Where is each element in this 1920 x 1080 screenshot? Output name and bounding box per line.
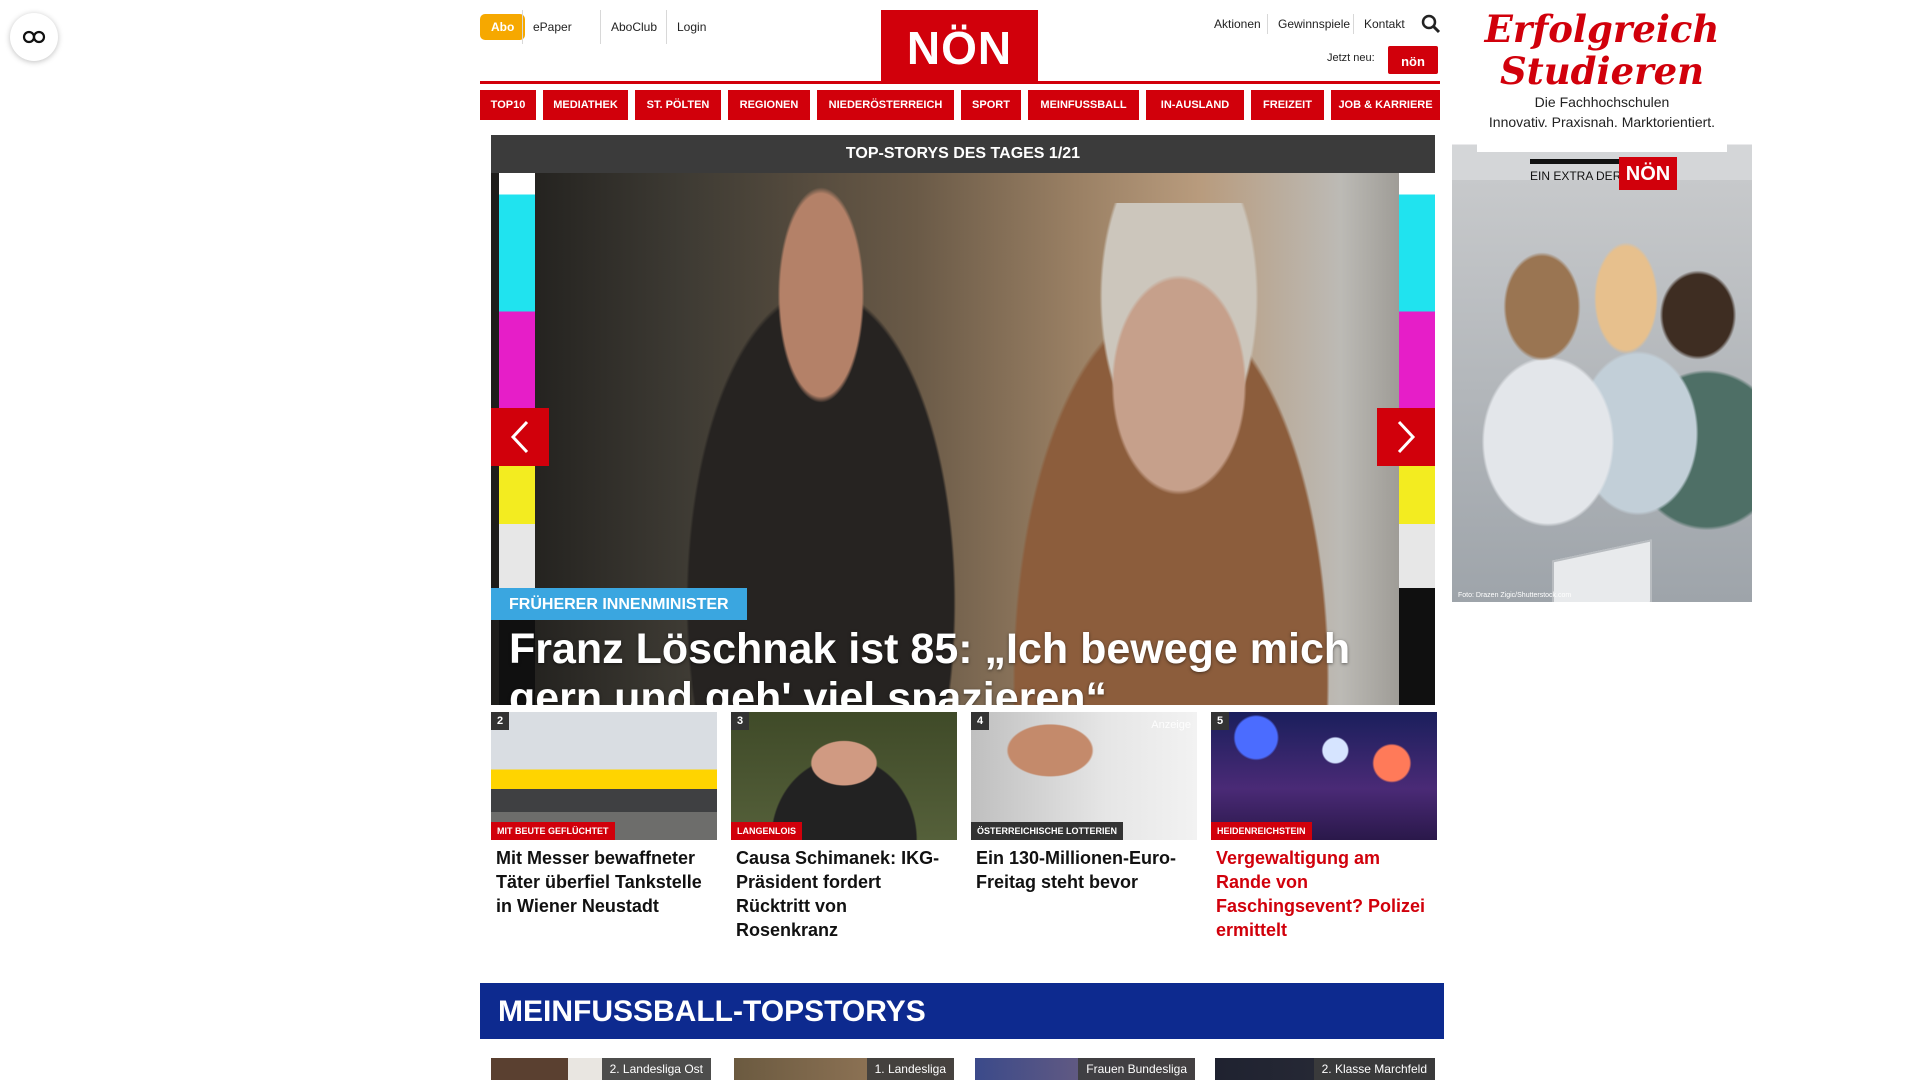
story-kicker: HEIDENREICHSTEIN <box>1211 822 1312 840</box>
meinfussball-thumbs: 2. Landesliga Ost 1. Landesliga Frauen B… <box>491 1058 1435 1080</box>
header-divider <box>480 81 1440 84</box>
hero-kicker: FRÜHERER INNENMINISTER <box>491 588 747 620</box>
nav-freizeit[interactable]: FREIZEIT <box>1251 90 1324 120</box>
jetzt-neu-label: Jetzt neu: <box>1327 52 1375 64</box>
meinfussball-thumb[interactable]: 1. Landesliga <box>734 1058 954 1080</box>
story-image: 2 MIT BEUTE GEFLÜCHTET <box>491 712 717 840</box>
carousel-header: TOP-STORYS DES TAGES 1/21 <box>491 135 1435 173</box>
story-card[interactable]: 5 HEIDENREICHSTEIN Vergewaltigung am Ran… <box>1211 712 1437 942</box>
chevron-left-icon <box>510 420 529 454</box>
league-label: Frauen Bundesliga <box>1078 1058 1195 1080</box>
ad-text-panel: Erfolgreich Studieren Die Fachhochschule… <box>1477 0 1727 152</box>
kleine-noen-logo[interactable]: nön <box>1388 46 1438 74</box>
meinfussball-section-title[interactable]: MEINFUSSBALL-TOPSTORYS <box>480 983 1444 1039</box>
search-icon <box>1421 14 1441 34</box>
noen-logo[interactable]: NÖN <box>881 10 1038 83</box>
top-stories-carousel: TOP-STORYS DES TAGES 1/21 FRÜHERER INNEN… <box>491 135 1435 705</box>
ad-sub-2: Innovativ. Praxisnah. Marktorientiert. <box>1488 114 1716 130</box>
aktionen-link[interactable]: Aktionen <box>1204 14 1271 34</box>
reader-toggle-button[interactable] <box>10 13 58 61</box>
nav-meinfussball[interactable]: MEINFUSSBALL <box>1028 90 1139 120</box>
nav-mediathek[interactable]: MEDIATHEK <box>543 90 628 120</box>
story-rank: 5 <box>1211 712 1229 730</box>
abo-button[interactable]: Abo <box>480 14 526 40</box>
story-kicker: LANGENLOIS <box>731 822 803 840</box>
nav-job-karriere[interactable]: JOB & KARRIERE <box>1331 90 1440 120</box>
meinfussball-thumb[interactable]: 2. Landesliga Ost <box>491 1058 711 1080</box>
nav-st-poelten[interactable]: ST. PÖLTEN <box>635 90 721 120</box>
hero-story[interactable]: FRÜHERER INNENMINISTER Franz Löschnak is… <box>491 173 1435 705</box>
nav-niederoesterreich[interactable]: NIEDERÖSTERREICH <box>817 90 954 120</box>
meinfussball-thumb[interactable]: 2. Klasse Marchfeld <box>1215 1058 1435 1080</box>
carousel-next-button[interactable] <box>1377 408 1435 466</box>
site-header: Abo ePaper AboClub Login NÖN Aktionen Ge… <box>480 0 1441 86</box>
story-kicker: MIT BEUTE GEFLÜCHTET <box>491 822 615 840</box>
ad-headline-2: Studieren <box>1499 49 1705 93</box>
gewinnspiele-link[interactable]: Gewinnspiele <box>1267 14 1360 34</box>
story-kicker: ÖSTERREICHISCHE LOTTERIEN <box>971 822 1124 840</box>
league-label: 2. Landesliga Ost <box>601 1058 711 1080</box>
story-cards: 2 MIT BEUTE GEFLÜCHTET Mit Messer bewaff… <box>491 712 1437 952</box>
ad-headline-1: Erfolgreich <box>1484 7 1720 51</box>
story-card[interactable]: 2 MIT BEUTE GEFLÜCHTET Mit Messer bewaff… <box>491 712 717 918</box>
main-nav: TOP10 MEDIATHEK ST. PÖLTEN REGIONEN NIED… <box>480 90 1440 120</box>
story-rank: 2 <box>491 712 509 730</box>
kontakt-link[interactable]: Kontakt <box>1353 14 1415 34</box>
ad-photo-credit: Foto: Drazen Zigic/Shutterstock.com <box>1458 592 1572 599</box>
league-label: 2. Klasse Marchfeld <box>1313 1058 1435 1080</box>
search-button[interactable] <box>1421 14 1441 34</box>
story-card[interactable]: 3 LANGENLOIS Causa Schimanek: IKG-Präsid… <box>731 712 957 942</box>
ad-noen-logo: NÖN <box>1619 157 1677 190</box>
story-rank: 4 <box>971 712 989 730</box>
epaper-link[interactable]: ePaper <box>522 10 582 44</box>
ad-sub-1: Die Fachhochschulen <box>1534 94 1670 110</box>
story-card[interactable]: 4 Anzeige ÖSTERREICHISCHE LOTTERIEN Ein … <box>971 712 1197 894</box>
nav-sport[interactable]: SPORT <box>961 90 1021 120</box>
story-title[interactable]: Vergewaltigung am Rande von Faschingseve… <box>1211 840 1437 942</box>
story-title[interactable]: Mit Messer bewaffneter Täter überfiel Ta… <box>491 840 717 918</box>
story-rank: 3 <box>731 712 749 730</box>
carousel-prev-button[interactable] <box>491 408 549 466</box>
chevron-right-icon <box>1397 420 1416 454</box>
login-link[interactable]: Login <box>666 10 716 44</box>
story-title[interactable]: Causa Schimanek: IKG-Präsident fordert R… <box>731 840 957 942</box>
ad-extra-label: EIN EXTRA DER <box>1530 169 1622 183</box>
nav-top10[interactable]: TOP10 <box>480 90 536 120</box>
story-title[interactable]: Ein 130-Millionen-Euro-Freitag steht bev… <box>971 840 1197 894</box>
meinfussball-thumb[interactable]: Frauen Bundesliga <box>975 1058 1195 1080</box>
nav-regionen[interactable]: REGIONEN <box>728 90 810 120</box>
league-label: 1. Landesliga <box>866 1058 954 1080</box>
aboclub-link[interactable]: AboClub <box>600 10 667 44</box>
advertisement[interactable]: Erfolgreich Studieren Die Fachhochschule… <box>1452 0 1752 602</box>
hero-headline[interactable]: Franz Löschnak ist 85: „Ich bewege mich … <box>509 625 1389 705</box>
story-image: 3 LANGENLOIS <box>731 712 957 840</box>
story-image: 5 HEIDENREICHSTEIN <box>1211 712 1437 840</box>
ad-marker: Anzeige <box>1151 719 1191 731</box>
glasses-icon <box>22 30 46 44</box>
story-image: 4 Anzeige ÖSTERREICHISCHE LOTTERIEN <box>971 712 1197 840</box>
nav-in-ausland[interactable]: IN-AUSLAND <box>1146 90 1244 120</box>
ad-photo: Foto: Drazen Zigic/Shutterstock.com <box>1452 180 1752 602</box>
